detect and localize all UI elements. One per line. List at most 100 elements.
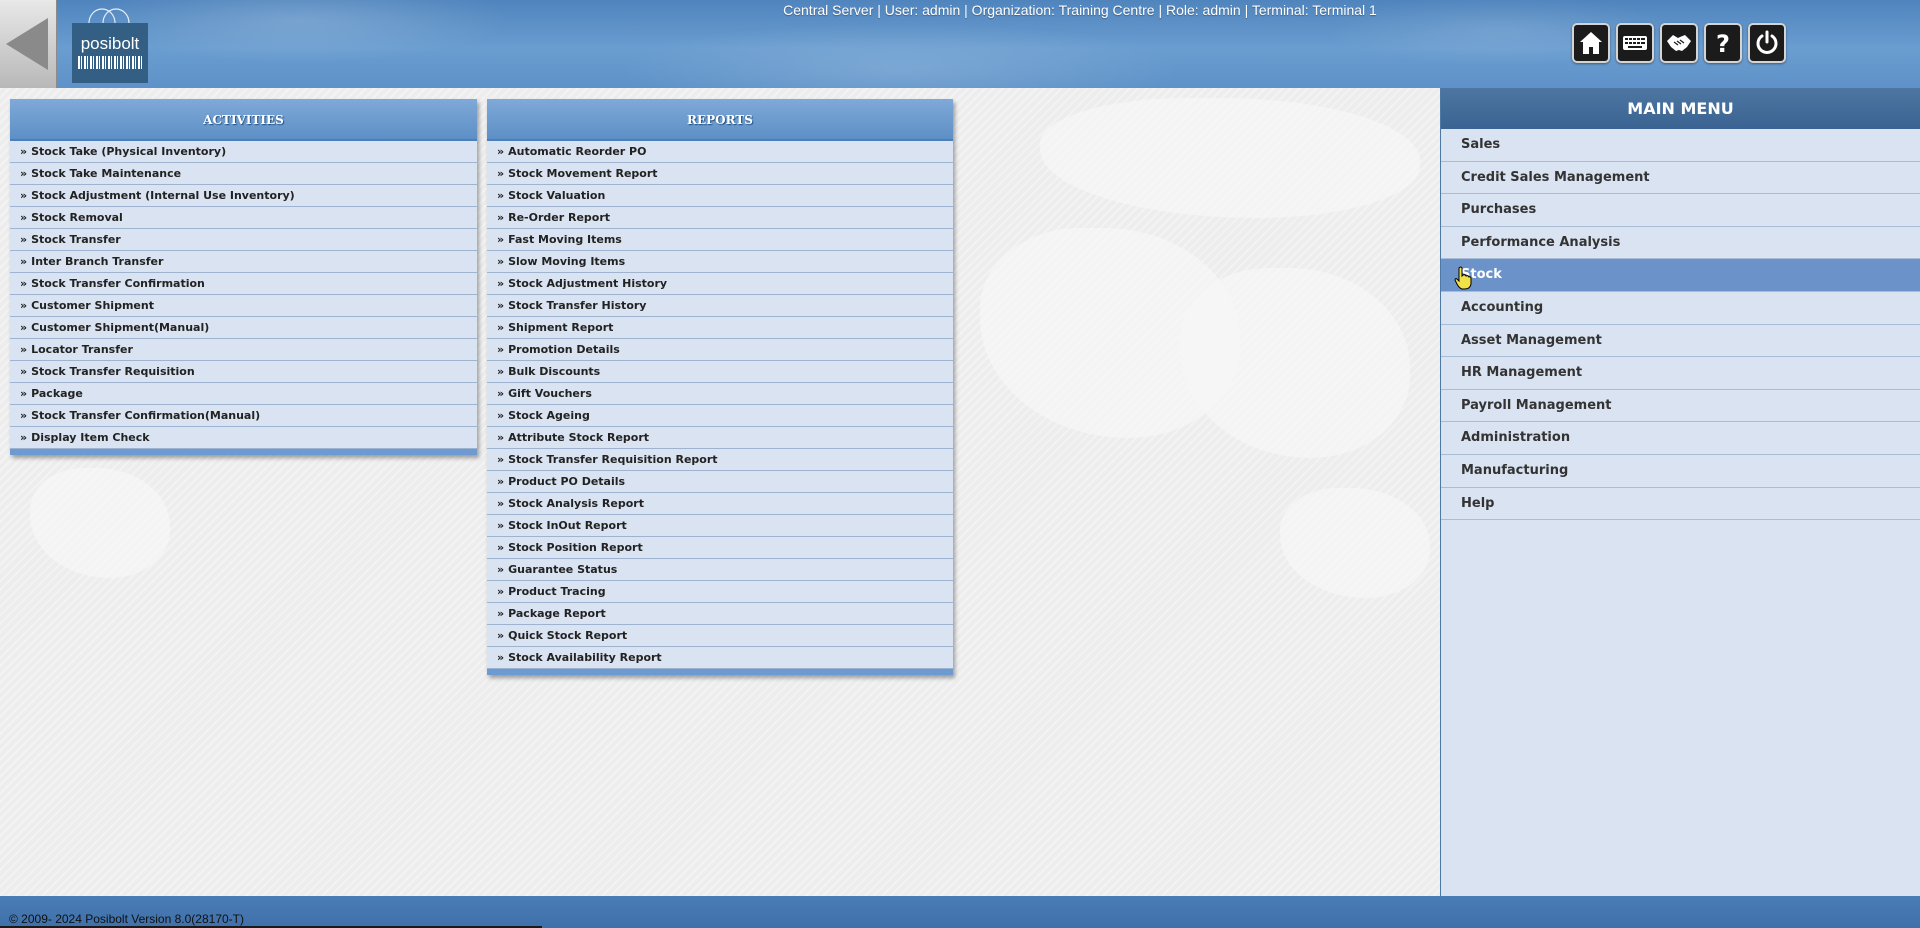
reports-item[interactable]: » Re-Order Report [487, 207, 953, 229]
reports-item-label: Stock Availability Report [508, 651, 662, 664]
world-map-decoration [30, 468, 170, 578]
reports-item[interactable]: » Stock Analysis Report [487, 493, 953, 515]
reports-item[interactable]: » Shipment Report [487, 317, 953, 339]
activities-item[interactable]: » Stock Transfer Confirmation(Manual) [10, 405, 477, 427]
bullet-icon: » [20, 233, 28, 246]
bullet-icon: » [497, 365, 505, 378]
bullet-icon: » [497, 387, 505, 400]
reports-title: REPORTS [487, 99, 953, 141]
activities-item[interactable]: » Display Item Check [10, 427, 477, 449]
reports-item-label: Stock Adjustment History [508, 277, 668, 290]
reports-item[interactable]: » Guarantee Status [487, 559, 953, 581]
bullet-icon: » [497, 585, 505, 598]
reports-item[interactable]: » Product PO Details [487, 471, 953, 493]
reports-item[interactable]: » Fast Moving Items [487, 229, 953, 251]
bullet-icon: » [497, 651, 505, 664]
reports-item-label: Slow Moving Items [508, 255, 626, 268]
copyright-text: © 2009- 2024 Posibolt Version 8.0(28170-… [9, 912, 244, 926]
activities-item-label: Stock Transfer Confirmation [31, 277, 205, 290]
main-menu-item-payroll-management[interactable]: Payroll Management [1441, 390, 1920, 423]
keyboard-button[interactable] [1616, 23, 1654, 63]
reports-item-label: Fast Moving Items [508, 233, 622, 246]
reports-item[interactable]: » Automatic Reorder PO [487, 141, 953, 163]
activities-item-label: Inter Branch Transfer [31, 255, 164, 268]
main-menu-item-accounting[interactable]: Accounting [1441, 292, 1920, 325]
bullet-icon: » [497, 167, 505, 180]
handshake-button[interactable] [1660, 23, 1698, 63]
activities-item[interactable]: » Stock Removal [10, 207, 477, 229]
main-menu-item-sales[interactable]: Sales [1441, 129, 1920, 162]
activities-item[interactable]: » Customer Shipment [10, 295, 477, 317]
activities-item[interactable]: » Stock Transfer [10, 229, 477, 251]
activities-item[interactable]: » Stock Take Maintenance [10, 163, 477, 185]
reports-item[interactable]: » Stock Valuation [487, 185, 953, 207]
reports-item-label: Package Report [508, 607, 606, 620]
reports-item-label: Attribute Stock Report [508, 431, 650, 444]
main-menu-item-manufacturing[interactable]: Manufacturing [1441, 455, 1920, 488]
activities-item-label: Display Item Check [31, 431, 150, 444]
world-map-decoration [1180, 268, 1410, 458]
reports-item[interactable]: » Quick Stock Report [487, 625, 953, 647]
reports-item[interactable]: » Stock Transfer Requisition Report [487, 449, 953, 471]
reports-item-label: Automatic Reorder PO [508, 145, 647, 158]
power-button[interactable] [1748, 23, 1786, 63]
reports-item[interactable]: » Stock Position Report [487, 537, 953, 559]
main-menu-item-administration[interactable]: Administration [1441, 422, 1920, 455]
reports-item-label: Gift Vouchers [508, 387, 592, 400]
reports-item[interactable]: » Slow Moving Items [487, 251, 953, 273]
activities-item[interactable]: » Stock Adjustment (Internal Use Inventor… [10, 185, 477, 207]
reports-item-label: Product PO Details [508, 475, 626, 488]
app-footer: © 2009- 2024 Posibolt Version 8.0(28170-… [0, 896, 1920, 928]
activities-item[interactable]: » Stock Transfer Confirmation [10, 273, 477, 295]
logo-text: posibolt [80, 34, 140, 53]
world-map-decoration [1040, 98, 1420, 218]
hand-cursor-icon [1454, 266, 1472, 290]
bullet-icon: » [20, 299, 28, 312]
reports-item[interactable]: » Attribute Stock Report [487, 427, 953, 449]
main-menu-item-purchases[interactable]: Purchases [1441, 194, 1920, 227]
reports-item[interactable]: » Promotion Details [487, 339, 953, 361]
bullet-icon: » [20, 365, 28, 378]
bullet-icon: » [497, 475, 505, 488]
main-menu-item-performance-analysis[interactable]: Performance Analysis [1441, 227, 1920, 260]
bullet-icon: » [20, 167, 28, 180]
bullet-icon: » [20, 321, 28, 334]
activities-item[interactable]: » Stock Take (Physical Inventory) [10, 141, 477, 163]
reports-item[interactable]: » Package Report [487, 603, 953, 625]
activities-item[interactable]: » Inter Branch Transfer [10, 251, 477, 273]
main-menu-item-help[interactable]: Help [1441, 488, 1920, 521]
reports-item-label: Guarantee Status [508, 563, 618, 576]
reports-item[interactable]: » Gift Vouchers [487, 383, 953, 405]
home-button[interactable] [1572, 23, 1610, 63]
main-menu-item-stock[interactable]: Stock [1441, 259, 1920, 292]
reports-item-label: Quick Stock Report [508, 629, 628, 642]
bullet-icon: » [497, 541, 505, 554]
reports-item[interactable]: » Stock InOut Report [487, 515, 953, 537]
activities-panel: ACTIVITIES » Stock Take (Physical Invento… [10, 99, 477, 455]
reports-item-label: Bulk Discounts [508, 365, 601, 378]
reports-item[interactable]: » Stock Movement Report [487, 163, 953, 185]
reports-item[interactable]: » Stock Ageing [487, 405, 953, 427]
back-button[interactable] [0, 0, 57, 88]
activities-item[interactable]: » Customer Shipment(Manual) [10, 317, 477, 339]
reports-item[interactable]: » Stock Availability Report [487, 647, 953, 669]
main-menu-item-asset-management[interactable]: Asset Management [1441, 325, 1920, 358]
reports-list: » Automatic Reorder PO» Stock Movement Rep… [487, 141, 953, 669]
power-icon [1756, 30, 1778, 54]
reports-item-label: Stock InOut Report [508, 519, 627, 532]
bullet-icon: » [20, 145, 28, 158]
reports-item[interactable]: » Stock Transfer History [487, 295, 953, 317]
main-menu-title: MAIN MENU [1441, 88, 1920, 129]
reports-item[interactable]: » Product Tracing [487, 581, 953, 603]
back-arrow-icon [6, 18, 48, 70]
activities-item[interactable]: » Package [10, 383, 477, 405]
main-menu-item-credit-sales-management[interactable]: Credit Sales Management [1441, 162, 1920, 195]
bullet-icon: » [20, 277, 28, 290]
help-button[interactable]: ? [1704, 23, 1742, 63]
reports-item[interactable]: » Bulk Discounts [487, 361, 953, 383]
activities-item[interactable]: » Stock Transfer Requisition [10, 361, 477, 383]
logo-barcode-icon [78, 56, 142, 69]
activities-item[interactable]: » Locator Transfer [10, 339, 477, 361]
reports-item[interactable]: » Stock Adjustment History [487, 273, 953, 295]
main-menu-item-hr-management[interactable]: HR Management [1441, 357, 1920, 390]
